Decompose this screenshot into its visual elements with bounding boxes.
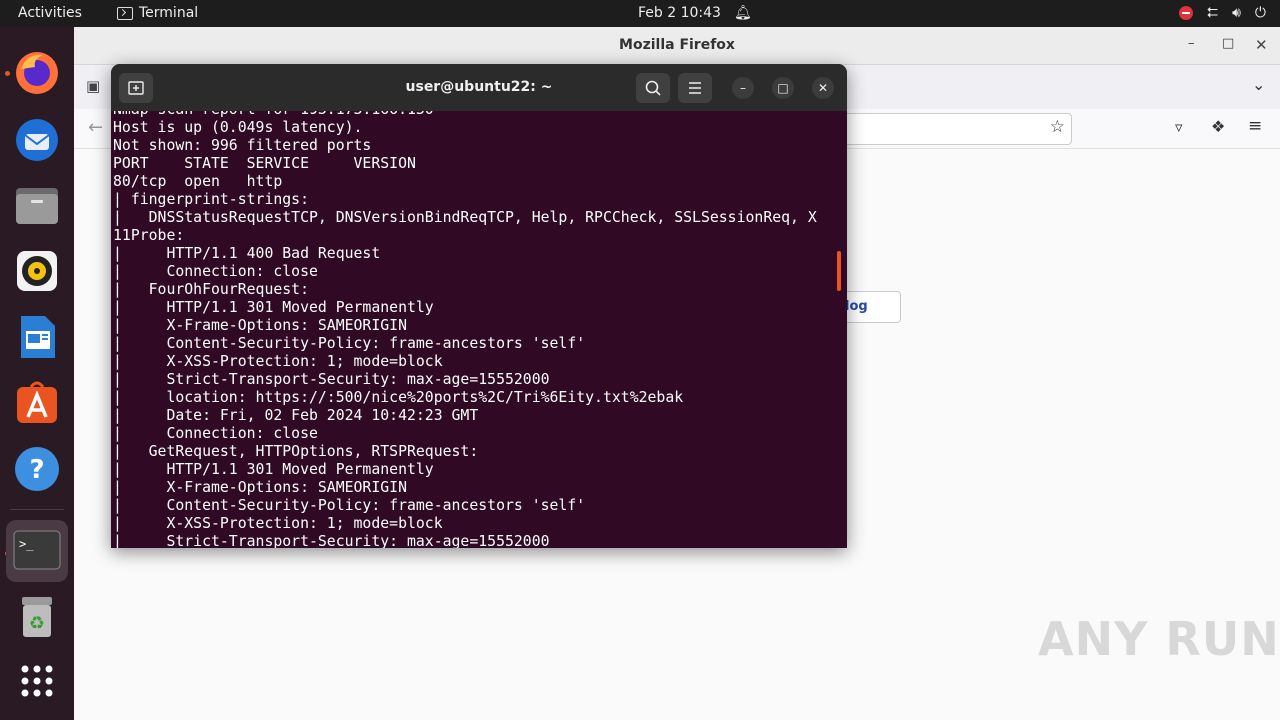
do-not-disturb-icon[interactable] — [1178, 6, 1193, 20]
terminal-icon[interactable]: >_ — [6, 520, 68, 582]
pocket-icon[interactable]: ▿ — [1175, 118, 1183, 136]
search-button[interactable] — [636, 73, 670, 103]
hamburger-menu-icon[interactable]: ≡ — [1248, 116, 1262, 136]
terminal-line: Nmap scan report for 193.173.166.130 — [113, 111, 817, 119]
terminal-line: | Content-Security-Policy: frame-ancesto… — [113, 335, 586, 352]
terminal-text: Nmap scan report for 193.173.166.130Host… — [113, 111, 817, 548]
app-center-icon[interactable] — [13, 379, 61, 427]
running-indicator — [5, 71, 10, 76]
notification-bell-icon[interactable]: 🔔︎ — [734, 5, 752, 21]
svg-text:?: ? — [29, 455, 44, 485]
dock: ? >_ ♻ — [0, 27, 74, 720]
svg-text:>_: >_ — [19, 537, 34, 551]
top-bar: Activities Terminal Feb 2 10:43 🔔︎ ⮄ 🔊︎ … — [0, 0, 1280, 27]
libreoffice-writer-icon[interactable] — [13, 313, 61, 361]
terminal-line: | Date: Fri, 02 Feb 2024 10:42:23 GMT — [113, 407, 479, 424]
back-arrow-icon[interactable]: ← — [88, 117, 103, 138]
minimize-button[interactable]: – — [732, 77, 754, 99]
close-button[interactable]: ✕ — [812, 77, 834, 99]
terminal-line: | location: https://:500/nice%20ports%2C… — [113, 389, 684, 406]
list-tabs-chevron-down-icon[interactable]: ⌄ — [1252, 75, 1265, 94]
terminal-line: | GetRequest, HTTPOptions, RTSPRequest: — [113, 443, 479, 460]
terminal-line: | X-Frame-Options: SAMEORIGIN — [113, 317, 407, 334]
maximize-button[interactable]: □ — [772, 77, 794, 99]
firefox-icon[interactable] — [13, 49, 61, 97]
svg-text:♻: ♻ — [29, 613, 45, 634]
terminal-line: | HTTP/1.1 301 Moved Permanently — [113, 299, 434, 316]
power-icon[interactable]: ⏻ — [1255, 4, 1266, 22]
watermark: ANY RUN — [1038, 612, 1280, 666]
terminal-line: | HTTP/1.1 301 Moved Permanently — [113, 461, 434, 478]
terminal-headerbar: user@ubuntu22: ~ – □ ✕ — [111, 64, 847, 111]
volume-icon[interactable]: 🔊︎ — [1232, 4, 1241, 22]
url-bar[interactable]: ☆ — [814, 113, 1072, 145]
terminal-line: 11Probe: — [113, 227, 185, 244]
terminal-line: Host is up (0.049s latency). — [113, 119, 363, 136]
network-icon[interactable]: ⮄ — [1207, 4, 1218, 22]
terminal-line: | Content-Security-Policy: frame-ancesto… — [113, 497, 586, 514]
rhythmbox-icon[interactable] — [13, 247, 61, 295]
terminal-line: | Strict-Transport-Security: max-age=155… — [113, 533, 550, 548]
trash-icon[interactable]: ♻ — [13, 593, 61, 641]
terminal-line: | FourOhFourRequest: — [113, 281, 309, 298]
terminal-line: | Strict-Transport-Security: max-age=155… — [113, 371, 550, 388]
firefox-view-icon[interactable]: ▣ — [86, 77, 100, 95]
firefox-title: Mozilla Firefox — [619, 37, 735, 53]
extensions-icon[interactable]: ❖ — [1211, 117, 1225, 136]
show-apps-icon[interactable] — [13, 657, 61, 705]
terminal-line: | fingerprint-strings: — [113, 191, 309, 208]
terminal-line: | X-Frame-Options: SAMEORIGIN — [113, 479, 407, 496]
clock[interactable]: Feb 2 10:43 — [638, 5, 721, 21]
maximize-icon[interactable]: □ — [1222, 36, 1234, 51]
terminal-line: 80/tcp open http — [113, 173, 283, 190]
terminal-line: Not shown: 996 filtered ports — [113, 137, 372, 154]
menu-button[interactable] — [678, 73, 712, 103]
terminal-output[interactable]: Nmap scan report for 193.173.166.130Host… — [113, 111, 839, 548]
terminal-line: | X-XSS-Protection: 1; mode=block — [113, 353, 443, 370]
terminal-line: | HTTP/1.1 400 Bad Request — [113, 245, 381, 262]
terminal-window: user@ubuntu22: ~ – □ ✕ Nmap scan report … — [111, 64, 847, 548]
dock-separator — [10, 509, 64, 510]
minimize-icon[interactable]: – — [1188, 36, 1195, 51]
terminal-app-icon — [117, 6, 133, 20]
terminal-line: | DNSStatusRequestTCP, DNSVersionBindReq… — [113, 209, 817, 226]
terminal-line: | Connection: close — [113, 425, 318, 442]
firefox-titlebar: Mozilla Firefox – □ ✕ — [74, 27, 1280, 65]
files-icon[interactable] — [13, 181, 61, 229]
terminal-line: PORT STATE SERVICE VERSION — [113, 155, 416, 172]
system-tray[interactable]: ⮄ 🔊︎ ⏻ — [1178, 4, 1266, 22]
terminal-line: | Connection: close — [113, 263, 318, 280]
app-name: Terminal — [139, 5, 199, 21]
scrollbar-thumb[interactable] — [837, 251, 841, 291]
terminal-line: | X-XSS-Protection: 1; mode=block — [113, 515, 443, 532]
app-menu[interactable]: Terminal — [117, 5, 198, 21]
activities-button[interactable]: Activities — [18, 5, 82, 21]
help-icon[interactable]: ? — [13, 445, 61, 493]
bookmark-star-icon[interactable]: ☆ — [1050, 117, 1065, 137]
close-icon[interactable]: ✕ — [1255, 36, 1268, 54]
thunderbird-icon[interactable] — [13, 115, 61, 163]
